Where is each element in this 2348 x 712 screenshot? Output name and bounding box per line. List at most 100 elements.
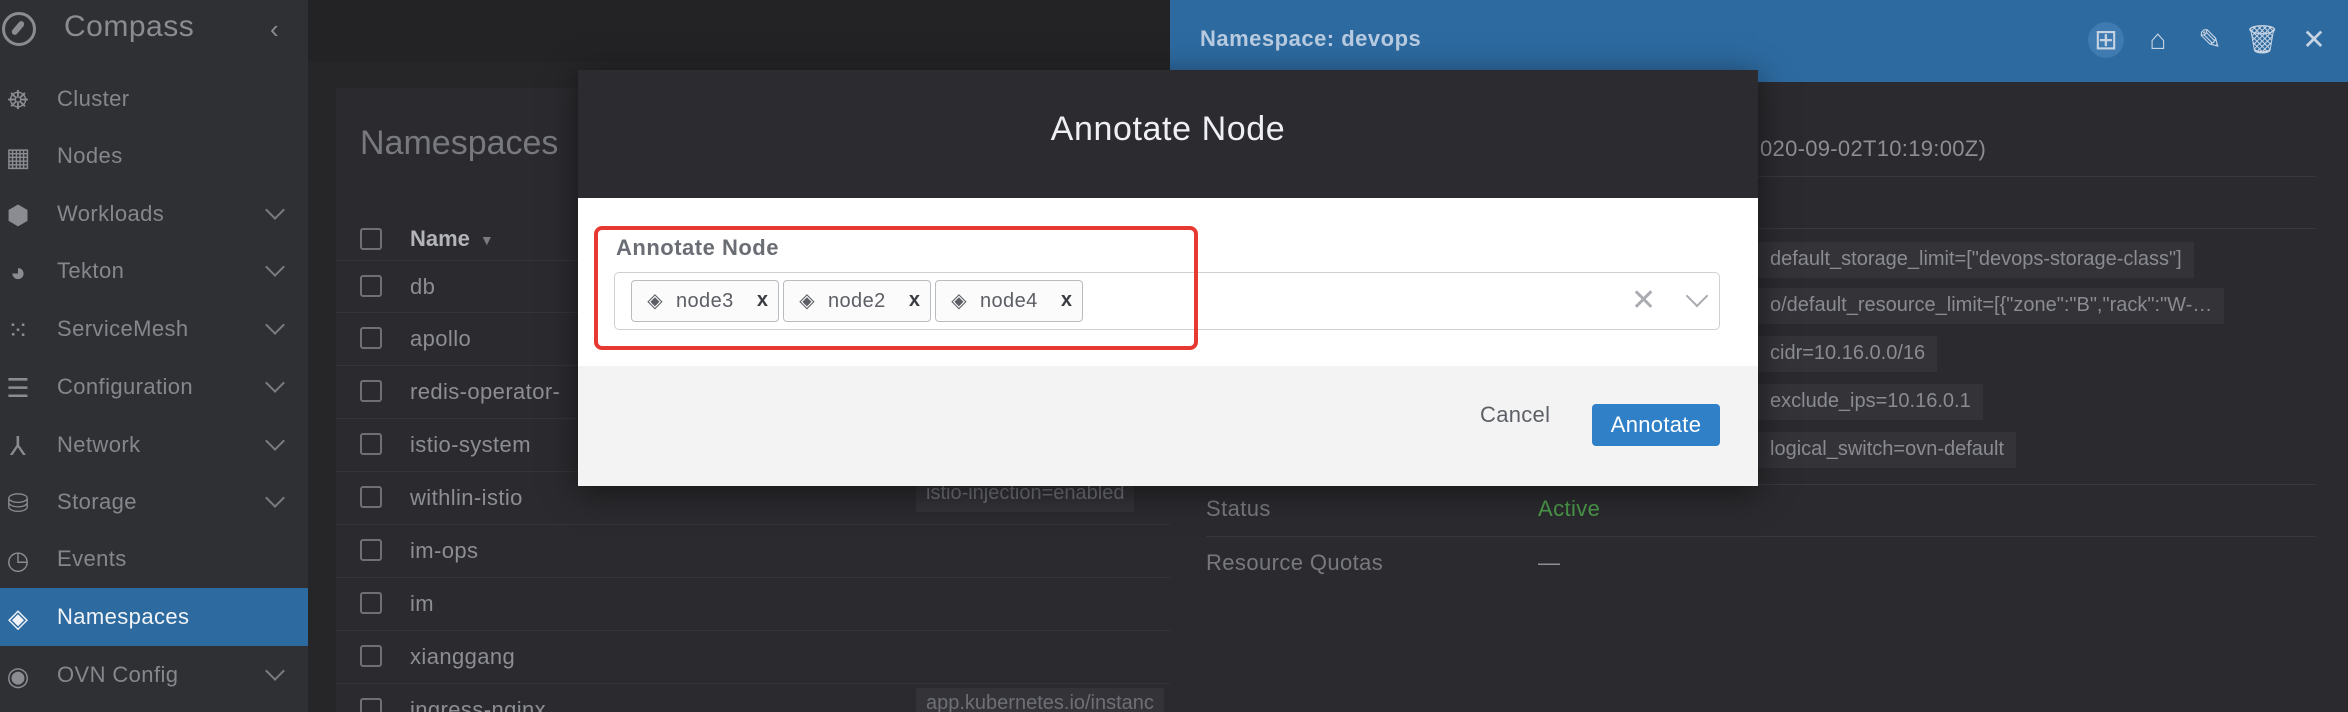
row-checkbox[interactable]: [360, 698, 382, 712]
sidebar-item-tekton[interactable]: ◕ Tekton: [0, 242, 308, 300]
satellite-icon: ◉: [6, 661, 30, 691]
resource-quotas-value: —: [1538, 550, 1561, 575]
namespace-name[interactable]: im-ops: [410, 538, 478, 564]
annotation-chip: cidr=10.16.0.0/16: [1758, 336, 1938, 372]
row-checkbox[interactable]: [360, 433, 382, 455]
server-rack-icon: ▦: [5, 142, 31, 172]
annotation-chip: o/default_resource_limit=[{"zone":"B","r…: [1758, 288, 2225, 324]
resource-quotas-label: Resource Quotas: [1206, 550, 1384, 575]
namespace-name[interactable]: redis-operator-: [410, 379, 560, 405]
sidebar-item-label: OVN Config: [57, 662, 179, 687]
status-badge: Active: [1538, 496, 1601, 521]
sidebar-item-label: Nodes: [57, 143, 123, 168]
status-label: Status: [1206, 496, 1271, 521]
chevron-down-icon: [265, 200, 285, 220]
table-row[interactable]: ingress-nginx app.kubernetes.io/instanc: [336, 683, 1170, 712]
sidebar-item-label: Tekton: [57, 258, 125, 283]
chevron-down-icon: [265, 373, 285, 393]
list-icon: ☰: [6, 373, 30, 403]
namespace-name[interactable]: istio-system: [410, 432, 531, 458]
select-all-checkbox[interactable]: [360, 228, 382, 250]
row-checkbox[interactable]: [360, 380, 382, 402]
sidebar-item-label: Network: [57, 432, 141, 457]
annotate-node-modal: Annotate Node Annotate Node ◈ node3 x ◈ …: [578, 70, 1758, 486]
drawer-title: Namespace: devops: [1200, 26, 1422, 51]
sidebar: Compass ‹ ☸ Cluster ▦ Nodes ⬢ Workloads …: [0, 0, 308, 712]
row-checkbox[interactable]: [360, 592, 382, 614]
helm-wheel-icon: ☸: [6, 85, 30, 115]
compass-logo-icon: [2, 12, 36, 46]
chevron-down-icon[interactable]: [1685, 284, 1709, 308]
brand: Compass ‹: [0, 0, 308, 56]
trash-icon[interactable]: 🗑: [2244, 22, 2280, 58]
row-checkbox[interactable]: [360, 645, 382, 667]
chevron-down-icon: [265, 488, 285, 508]
modal-title: Annotate Node: [1050, 110, 1286, 148]
sidebar-item-servicemesh[interactable]: ⁙ ServiceMesh: [0, 300, 308, 358]
namespace-name[interactable]: apollo: [410, 326, 471, 352]
row-checkbox[interactable]: [360, 486, 382, 508]
sidebar-item-label: Workloads: [57, 201, 165, 226]
sidebar-item-workloads[interactable]: ⬢ Workloads: [0, 185, 308, 243]
annotation-chip: default_storage_limit=["devops-storage-c…: [1758, 242, 2194, 278]
table-row[interactable]: im: [336, 577, 1170, 629]
sidebar-item-namespaces[interactable]: ◈ Namespaces: [0, 588, 308, 646]
namespace-name[interactable]: withlin-istio: [410, 485, 523, 511]
created-timestamp: 020-09-02T10:19:00Z): [1760, 136, 1987, 161]
clear-selection-icon[interactable]: ✕: [1631, 283, 1656, 318]
annotate-button[interactable]: Annotate: [1592, 404, 1720, 446]
sidebar-item-ovn-config[interactable]: ◉ OVN Config: [0, 646, 308, 704]
sidebar-item-label: Events: [57, 546, 127, 571]
palette-icon: ◕: [10, 257, 26, 287]
namespace-name[interactable]: ingress-nginx: [410, 697, 546, 712]
layers-icon: ◈: [8, 603, 28, 633]
sidebar-item-label: ServiceMesh: [57, 316, 189, 341]
highlight-annotation-box: [594, 226, 1198, 350]
database-icon: ⛁: [7, 488, 29, 518]
namespace-name[interactable]: db: [410, 274, 435, 300]
annotation-chip: logical_switch=ovn-default: [1758, 432, 2017, 468]
chevron-down-icon: [265, 315, 285, 335]
namespace-name[interactable]: im: [410, 591, 434, 617]
column-header-label: Name: [410, 226, 470, 251]
network-icon: ⅄: [10, 431, 26, 461]
cubes-icon: ⬢: [6, 200, 30, 230]
sidebar-item-configuration[interactable]: ☰ Configuration: [0, 358, 308, 416]
sort-desc-icon: ▼: [479, 232, 494, 249]
store-icon[interactable]: ⌂: [2140, 22, 2176, 58]
divider: [1206, 536, 2316, 537]
chevron-down-icon: [265, 257, 285, 277]
row-checkbox[interactable]: [360, 327, 382, 349]
table-row[interactable]: xianggang: [336, 630, 1170, 682]
row-checkbox[interactable]: [360, 275, 382, 297]
modal-body: Annotate Node ◈ node3 x ◈ node2 x ◈ node…: [578, 198, 1758, 366]
sidebar-item-cluster[interactable]: ☸ Cluster: [0, 70, 308, 128]
edit-pencil-icon[interactable]: ✎: [2192, 22, 2228, 58]
sidebar-item-events[interactable]: ◷ Events: [0, 530, 308, 588]
close-icon[interactable]: ✕: [2296, 22, 2332, 58]
modal-footer: Cancel Annotate: [578, 366, 1758, 486]
row-checkbox[interactable]: [360, 539, 382, 561]
column-header-name[interactable]: Name ▼: [410, 226, 494, 252]
sidebar-item-nodes[interactable]: ▦ Nodes: [0, 127, 308, 185]
annotation-chip: exclude_ips=10.16.0.1: [1758, 384, 1983, 420]
grid-dots-icon: ⁙: [7, 315, 29, 345]
annotate-icon[interactable]: ⊞: [2088, 22, 2124, 58]
page-title: Namespaces: [360, 124, 559, 162]
table-row[interactable]: im-ops: [336, 524, 1170, 576]
app-title: Compass: [64, 10, 195, 43]
sidebar-item-label: Namespaces: [57, 604, 190, 629]
sidebar-item-storage[interactable]: ⛁ Storage: [0, 473, 308, 531]
modal-header: Annotate Node: [578, 70, 1758, 198]
sidebar-item-network[interactable]: ⅄ Network: [0, 416, 308, 474]
collapse-sidebar-icon[interactable]: ‹: [270, 14, 279, 45]
chevron-down-icon: [265, 661, 285, 681]
namespace-label-chip: app.kubernetes.io/instanc: [916, 688, 1164, 712]
sidebar-item-label: Storage: [57, 489, 137, 514]
clock-icon: ◷: [6, 545, 30, 575]
namespace-name[interactable]: xianggang: [410, 644, 515, 670]
cancel-button[interactable]: Cancel: [1480, 402, 1550, 428]
sidebar-item-label: Configuration: [57, 374, 194, 399]
sidebar-item-label: Cluster: [57, 86, 130, 111]
chevron-down-icon: [265, 431, 285, 451]
